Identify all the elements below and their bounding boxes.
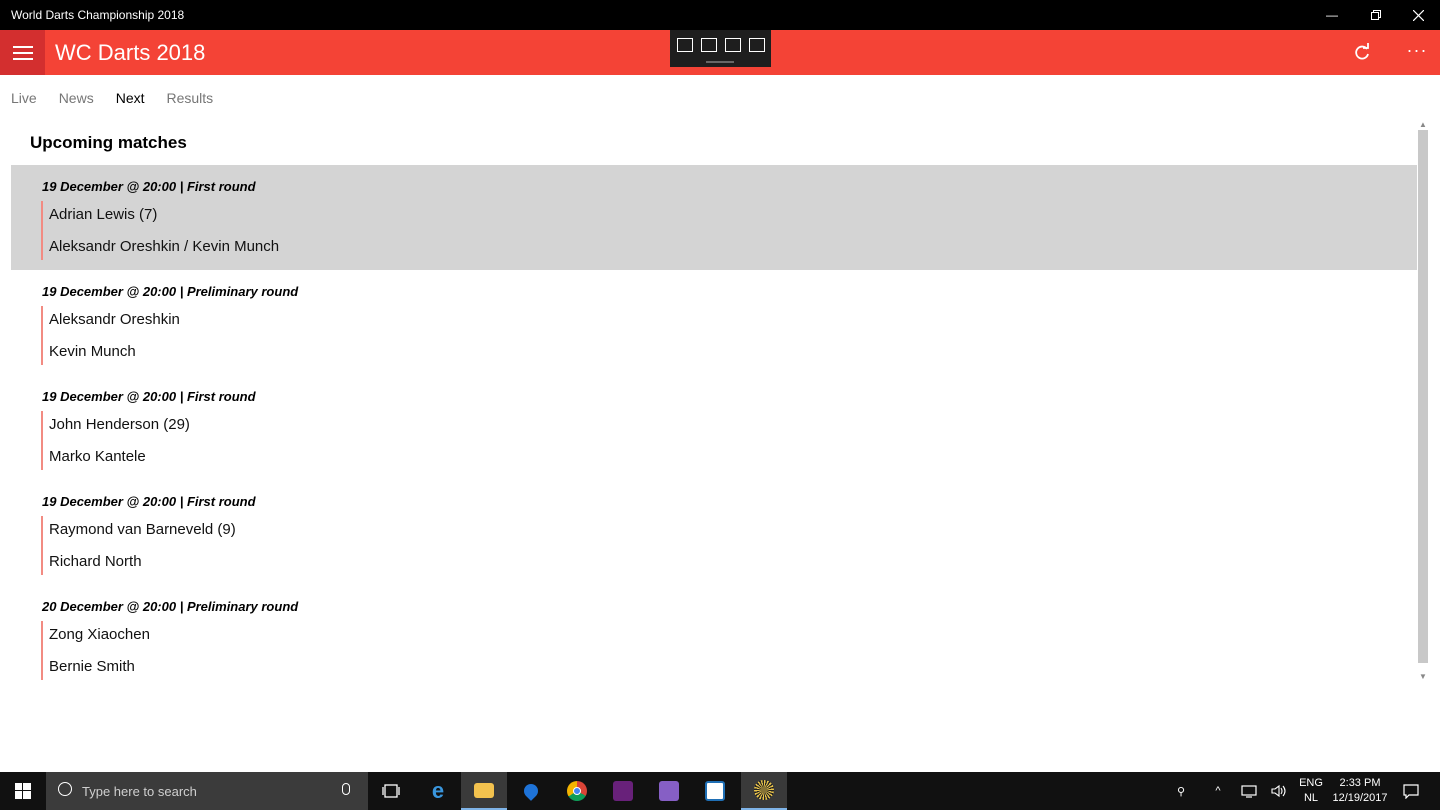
close-window-button[interactable] [1396,0,1440,30]
match-player-1: John Henderson (29) [49,416,190,433]
network-icon [1241,784,1257,798]
window-title: World Darts Championship 2018 [11,8,185,22]
more-icon: ··· [1406,40,1428,60]
match-player-2: Bernie Smith [49,658,135,675]
darts-app-taskbar-button[interactable] [741,772,787,810]
language-code: ENG [1299,777,1323,789]
edge-taskbar-button[interactable]: e [415,772,461,810]
tab-next[interactable]: Next [116,90,145,106]
match-item[interactable]: 20 December @ 20:00 | Preliminary round … [11,585,1417,690]
match-item[interactable]: 19 December @ 20:00 | Preliminary round … [11,270,1417,375]
upcoming-matches-panel: Upcoming matches 19 December @ 20:00 | F… [11,120,1417,680]
match-player-2: Richard North [49,553,142,570]
paint-icon [705,781,725,801]
action-center-button[interactable] [1396,772,1426,810]
match-date-round: 20 December @ 20:00 | Preliminary round [42,599,299,614]
tab-live[interactable]: Live [11,90,37,106]
match-date-round: 19 December @ 20:00 | Preliminary round [42,284,299,299]
match-item[interactable]: 19 December @ 20:00 | First round Raymon… [11,480,1417,585]
visual-studio-icon [613,781,633,801]
visual-studio-taskbar-button[interactable] [600,772,646,810]
volume-button[interactable] [1268,772,1290,810]
match-item[interactable]: 19 December @ 20:00 | First round Adrian… [11,165,1417,270]
vertical-scrollbar[interactable]: ▲ ▼ [1417,120,1429,683]
visual-studio-2-taskbar-button[interactable] [646,772,692,810]
section-heading: Upcoming matches [30,133,187,152]
live-visual-tree-icon[interactable] [677,38,693,52]
hamburger-icon [12,45,33,60]
match-accent-bar [41,306,43,365]
minimize-icon: — [1326,8,1338,22]
task-view-icon [382,784,400,798]
paint-taskbar-button[interactable] [692,772,738,810]
visual-studio-icon [659,781,679,801]
toolbar-grip[interactable] [706,61,734,63]
taskbar-search-box[interactable]: Type here to search [46,772,368,810]
input-language-indicator[interactable]: ENG NL [1296,776,1326,806]
scrollbar-thumb[interactable] [1418,130,1428,663]
display-layout-adorners-icon[interactable] [725,38,741,52]
restore-button[interactable] [1354,0,1398,30]
network-button[interactable] [1238,772,1260,810]
hamburger-menu-button[interactable] [0,30,45,75]
refresh-button[interactable] [1350,41,1374,65]
start-button[interactable] [0,772,46,810]
match-date-round: 19 December @ 20:00 | First round [42,389,256,404]
minimize-button[interactable]: — [1310,0,1354,30]
tab-news[interactable]: News [59,90,94,106]
match-player-1: Zong Xiaochen [49,626,150,643]
match-item[interactable]: 19 December @ 20:00 | First round John H… [11,375,1417,480]
tab-results[interactable]: Results [167,90,214,106]
windows-taskbar: Type here to search e ⚲ ^ ENG NL 2:33 PM… [0,772,1440,810]
match-date-round: 19 December @ 20:00 | First round [42,179,256,194]
notification-icon [1403,783,1419,799]
dartboard-icon [754,780,774,800]
clock-date: 12/19/2017 [1332,792,1388,804]
match-accent-bar [41,201,43,260]
microphone-icon[interactable] [342,783,350,795]
windows-start-icon [15,783,31,799]
people-icon: ⚲ [1176,785,1186,798]
task-view-button[interactable] [368,772,414,810]
clock-time: 2:33 PM [1339,777,1381,789]
match-player-2: Kevin Munch [49,343,136,360]
match-player-2: Aleksandr Oreshkin / Kevin Munch [49,238,280,255]
chrome-taskbar-button[interactable] [554,772,600,810]
match-player-1: Raymond van Barneveld (9) [49,521,236,538]
chrome-icon [567,781,587,801]
track-focus-icon[interactable] [749,38,765,52]
keyboard-layout: NL [1303,792,1319,804]
match-accent-bar [41,621,43,680]
chevron-up-icon: ^ [1215,785,1221,797]
pivot-tabs: Live News Next Results [11,90,235,106]
search-placeholder: Type here to search [82,784,197,799]
search-icon [58,782,72,796]
match-player-1: Aleksandr Oreshkin [49,311,180,328]
match-accent-bar [41,516,43,575]
match-player-2: Marko Kantele [49,448,146,465]
match-player-1: Adrian Lewis (7) [49,206,158,223]
edge-icon: e [431,778,445,803]
maps-taskbar-button[interactable] [508,772,554,810]
people-button[interactable]: ⚲ [1170,772,1192,810]
maps-icon [521,781,541,801]
match-date-round: 19 December @ 20:00 | First round [42,494,256,509]
scroll-down-arrow-icon[interactable]: ▼ [1417,672,1429,682]
app-title: WC Darts 2018 [55,40,206,65]
scroll-up-arrow-icon[interactable]: ▲ [1417,120,1429,130]
clock[interactable]: 2:33 PM 12/19/2017 [1326,776,1394,806]
xaml-debug-toolbar [670,30,771,67]
match-accent-bar [41,411,43,470]
folder-icon [474,782,494,798]
volume-icon [1271,784,1286,798]
more-options-button[interactable]: ··· [1403,40,1431,64]
refresh-icon [1355,43,1369,60]
select-element-icon[interactable] [701,38,717,52]
restore-icon [1371,10,1381,20]
show-hidden-icons-button[interactable]: ^ [1208,772,1228,810]
file-explorer-taskbar-button[interactable] [461,772,507,810]
window-title-bar: World Darts Championship 2018 — [0,0,1440,30]
close-icon [1412,9,1424,21]
